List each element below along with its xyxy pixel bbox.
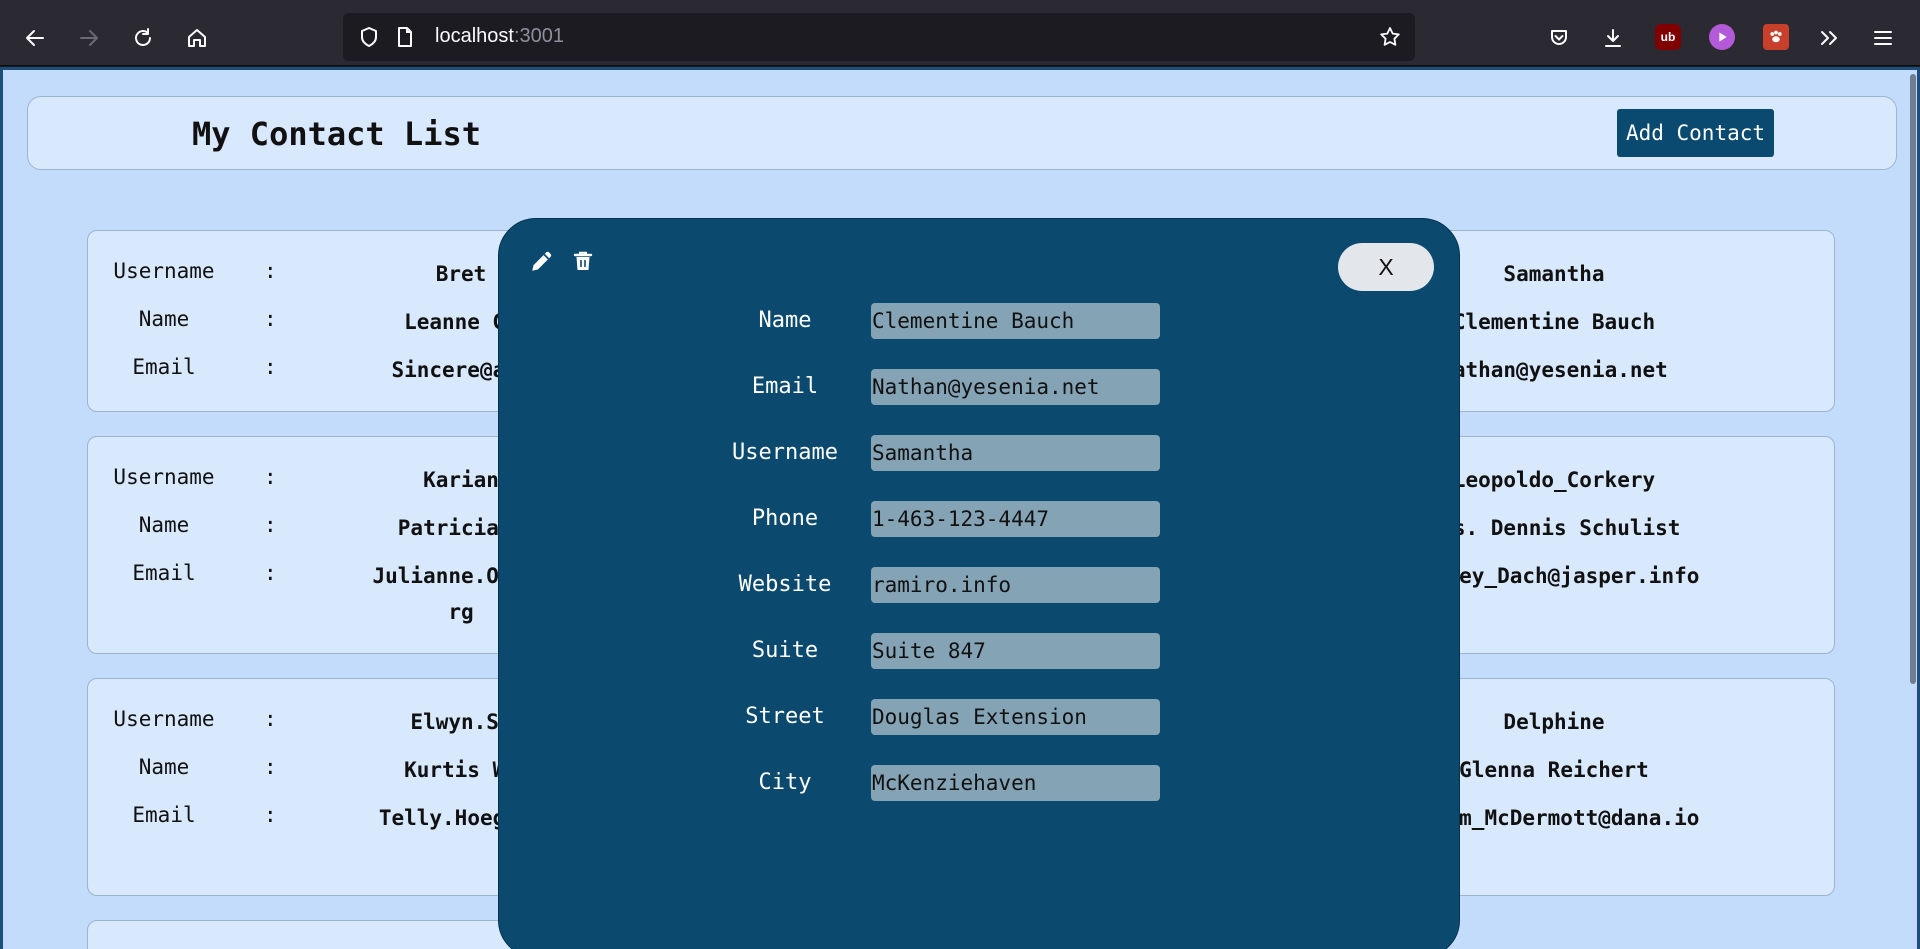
website-input[interactable] xyxy=(871,567,1160,603)
url-host: localhost xyxy=(435,25,514,47)
street-field-row: Street xyxy=(499,699,1461,735)
edit-pencil-icon[interactable] xyxy=(528,247,556,275)
page-icon[interactable] xyxy=(389,21,421,53)
colon: : xyxy=(264,513,277,537)
window-top-strip xyxy=(0,0,1920,8)
url-bar[interactable]: localhost:3001 xyxy=(343,13,1415,61)
close-modal-button[interactable]: X xyxy=(1338,243,1434,291)
ublock-extension-icon[interactable]: ub xyxy=(1655,24,1681,50)
username-input[interactable] xyxy=(871,435,1160,471)
download-icon[interactable] xyxy=(1597,22,1629,54)
browser-toolbar: localhost:3001 ub xyxy=(0,8,1920,66)
name-field-row: Name xyxy=(499,303,1461,339)
delete-trash-icon[interactable] xyxy=(569,247,597,275)
colon: : xyxy=(264,259,277,283)
colon: : xyxy=(264,355,277,379)
email-label: Email xyxy=(132,803,196,827)
name-label: Name xyxy=(138,755,190,779)
colon: : xyxy=(264,465,277,489)
pocket-icon[interactable] xyxy=(1543,22,1575,54)
colon: : xyxy=(264,755,277,779)
home-icon[interactable] xyxy=(181,22,213,54)
page-title: My Contact List xyxy=(192,115,481,153)
email-label: Email xyxy=(132,561,196,585)
street-input[interactable] xyxy=(871,699,1160,735)
bookmark-star-icon[interactable] xyxy=(1374,21,1406,53)
name-input[interactable] xyxy=(871,303,1160,339)
phone-input[interactable] xyxy=(871,501,1160,537)
back-icon[interactable] xyxy=(19,22,51,54)
username-label: Username xyxy=(113,259,215,283)
reload-icon[interactable] xyxy=(127,22,159,54)
colon: : xyxy=(264,307,277,331)
shield-icon[interactable] xyxy=(353,21,385,53)
website-field-row: Website xyxy=(499,567,1461,603)
colon: : xyxy=(264,803,277,827)
forward-icon[interactable] xyxy=(73,22,105,54)
url-text[interactable]: localhost:3001 xyxy=(435,25,564,48)
colon: : xyxy=(264,561,277,585)
city-field-row: City xyxy=(499,765,1461,801)
app-header: My Contact List Add Contact xyxy=(27,96,1897,170)
name-label: Name xyxy=(138,307,190,331)
paw-extension-icon[interactable] xyxy=(1763,24,1789,50)
contact-detail-modal: X Name Email Username Phone Website Suit… xyxy=(498,218,1460,949)
overflow-chevron-icon[interactable] xyxy=(1813,22,1845,54)
suite-field-row: Suite xyxy=(499,633,1461,669)
name-label: Name xyxy=(138,513,190,537)
email-field-row: Email xyxy=(499,369,1461,405)
username-label: Username xyxy=(113,465,215,489)
scrollbar-thumb[interactable] xyxy=(1910,74,1916,684)
username-field-row: Username xyxy=(499,435,1461,471)
colon: : xyxy=(264,707,277,731)
email-label: Email xyxy=(132,355,196,379)
page-scrollbar[interactable] xyxy=(1909,70,1917,949)
suite-input[interactable] xyxy=(871,633,1160,669)
email-input[interactable] xyxy=(871,369,1160,405)
url-port: :3001 xyxy=(513,25,564,47)
phone-field-row: Phone xyxy=(499,501,1461,537)
media-extension-icon[interactable] xyxy=(1709,24,1735,50)
page-frame: My Contact List Add Contact Username : B… xyxy=(0,67,1920,949)
hamburger-menu-icon[interactable] xyxy=(1867,22,1899,54)
add-contact-button[interactable]: Add Contact xyxy=(1617,109,1774,157)
city-input[interactable] xyxy=(871,765,1160,801)
username-label: Username xyxy=(113,707,215,731)
